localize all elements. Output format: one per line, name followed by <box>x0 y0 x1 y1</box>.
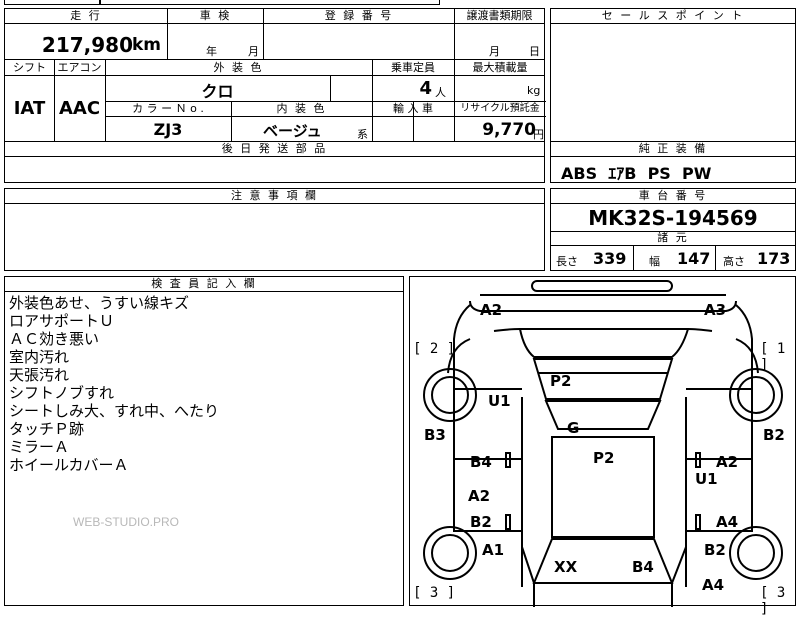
inspector-note: ロアサポートＵ <box>9 312 115 330</box>
damage-label: A2 <box>468 487 491 505</box>
inspector-note: シートしみ大、すれ中、へたり <box>9 402 220 420</box>
capacity-unit: 人 <box>435 86 446 99</box>
inspector-note: 天張汚れ <box>9 366 70 384</box>
inspector-notes-list: 外装色あせ、うすい線キズ ロアサポートＵ ＡＣ効き悪い 室内汚れ 天張汚れ シフ… <box>9 294 219 474</box>
top-strip-mid <box>100 0 440 5</box>
chassis-label: 車 台 番 号 <box>551 189 795 204</box>
capacity-label: 乗車定員 <box>391 61 435 74</box>
damage-label: G <box>567 419 580 437</box>
width-label: 幅 <box>649 255 660 268</box>
load-unit: kg <box>527 84 541 97</box>
inspector-label: 検 査 員 記 入 欄 <box>5 277 403 292</box>
recycle-label: リサイクル預託金 <box>460 103 540 114</box>
damage-label: A4 <box>702 576 725 594</box>
inspector-note: タッチＰ跡 <box>9 420 85 438</box>
registration-cell: 登 録 番 号 <box>263 8 455 60</box>
inspector-note: ＡＣ効き悪い <box>9 330 100 348</box>
mileage-cell: 走 行 217,980 km <box>4 8 168 60</box>
details-grid: シフト エアコン 外 装 色 乗車定員 最大積載量 IAT AAC クロ 4 人… <box>4 59 546 143</box>
damage-label: P2 <box>550 372 572 390</box>
recycle-unit: 円 <box>533 128 544 141</box>
aircon-label: エアコン <box>57 61 102 74</box>
bracket-3-right: [ 3 ] <box>760 585 786 617</box>
damage-label: A2 <box>480 301 503 319</box>
inspector-note: ミラーＡ <box>9 438 70 456</box>
later-parts-label: 後 日 発 送 部 品 <box>5 142 544 157</box>
damage-label: B2 <box>470 513 492 531</box>
inspector-box: 検 査 員 記 入 欄 外装色あせ、うすい線キズ ロアサポートＵ ＡＣ効き悪い … <box>4 276 404 606</box>
inspector-note: 外装色あせ、うすい線キズ <box>9 294 190 312</box>
damage-label: U1 <box>695 470 718 488</box>
damage-label: A4 <box>716 513 739 531</box>
bracket-3: [ 3 ] <box>413 585 456 601</box>
damage-label: P2 <box>593 449 615 467</box>
vehicle-box: 車 台 番 号 MK32S-194569 諸 元 長さ 339 幅 147 高さ… <box>550 188 796 271</box>
sales-point-label: セ ー ル ス ポ イ ン ト <box>551 9 795 24</box>
import-label: 輸 入 車 <box>393 102 433 115</box>
inspection-year: 年 <box>206 45 217 58</box>
interior-suffix: 系 <box>357 128 368 141</box>
damage-label: B2 <box>763 426 785 444</box>
inspector-note: ホイールカバーＡ <box>9 456 129 474</box>
length-value: 339 <box>593 249 627 268</box>
dimensions-label: 諸 元 <box>551 231 795 246</box>
later-parts-box: 後 日 発 送 部 品 <box>4 141 545 183</box>
shift-label: シフト <box>13 61 46 74</box>
sales-point-box: セ ー ル ス ポ イ ン ト <box>550 8 796 143</box>
aircon-value: AAC <box>58 98 101 119</box>
bracket-1: [ 1 ] <box>760 341 786 373</box>
color-no-label: カ ラ ー Ｎ o . <box>132 102 204 115</box>
shift-value: IAT <box>13 98 46 119</box>
car-diagram-box: [ 2 ] [ 1 ] [ 3 ] [ 3 ] A2 A3 P2 U1 G B3… <box>409 276 796 617</box>
standard-equipment-label: 純 正 装 備 <box>551 142 795 157</box>
notes-label: 注 意 事 項 欄 <box>5 189 544 204</box>
inspection-label: 車 検 <box>168 9 263 24</box>
transfer-day: 日 <box>529 45 540 58</box>
watermark: WEB-STUDIO.PRO <box>73 515 180 529</box>
damage-label: A1 <box>482 541 505 559</box>
damage-label: B4 <box>470 453 492 471</box>
transfer-cell: 譲渡書類期限 月 日 <box>454 8 545 60</box>
damage-label: A2 <box>716 453 739 471</box>
length-label: 長さ <box>556 255 578 268</box>
width-value: 147 <box>677 249 711 268</box>
mileage-label: 走 行 <box>5 9 167 24</box>
height-label: 高さ <box>723 255 745 268</box>
capacity-value: 4 <box>419 78 432 99</box>
bracket-2: [ 2 ] <box>413 341 456 357</box>
inspection-cell: 車 検 年 月 <box>167 8 264 60</box>
damage-label: B4 <box>632 558 654 576</box>
standard-equipment-value: ABS ｴｱB PS PW <box>561 164 712 183</box>
registration-label: 登 録 番 号 <box>264 9 454 24</box>
mileage-value: 217,980 <box>41 33 133 57</box>
max-load-label: 最大積載量 <box>472 61 528 74</box>
interior-label: 内 装 色 <box>276 102 327 115</box>
transfer-label: 譲渡書類期限 <box>455 9 544 24</box>
chassis-value: MK32S-194569 <box>588 206 758 230</box>
color-no-value: ZJ3 <box>153 120 183 139</box>
height-value: 173 <box>757 249 791 268</box>
inspection-month: 月 <box>248 45 259 58</box>
recycle-value: 9,770 <box>482 120 536 140</box>
transfer-month: 月 <box>489 45 500 58</box>
damage-label: B3 <box>424 426 446 444</box>
car-diagram <box>423 280 783 607</box>
damage-label: B2 <box>704 541 726 559</box>
exterior-label: 外 装 色 <box>213 61 264 74</box>
interior-value: ベージュ <box>263 122 322 140</box>
damage-label: U1 <box>488 392 511 410</box>
mileage-unit: km <box>131 35 161 55</box>
inspector-note: 室内汚れ <box>9 348 70 366</box>
top-strip <box>4 0 100 5</box>
standard-equipment-box: 純 正 装 備 ABS ｴｱB PS PW <box>550 141 796 183</box>
damage-label: XX <box>554 558 578 576</box>
notes-box: 注 意 事 項 欄 <box>4 188 545 271</box>
damage-label: A3 <box>704 301 727 319</box>
exterior-value: クロ <box>201 82 234 101</box>
inspector-note: シフトノブすれ <box>9 384 115 402</box>
